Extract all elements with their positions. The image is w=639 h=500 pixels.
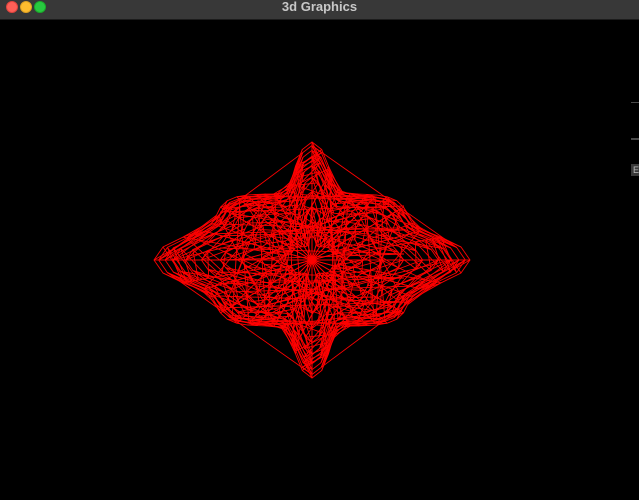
mesh-edge xyxy=(402,275,416,279)
edge-divider xyxy=(631,138,639,140)
window-title: 3d Graphics xyxy=(281,0,358,14)
mesh-edge xyxy=(268,239,272,253)
mesh-edge xyxy=(252,218,255,239)
mesh-edge xyxy=(173,247,199,281)
mesh-edge xyxy=(414,241,417,270)
mesh-edge xyxy=(361,229,366,247)
mesh-edge xyxy=(245,310,253,316)
edge-tab: E xyxy=(631,164,639,176)
mesh-edge xyxy=(369,281,372,302)
background-window-edge: E xyxy=(631,20,639,500)
mesh-edge xyxy=(400,225,406,229)
mesh-edge xyxy=(258,273,263,291)
mesh-edge xyxy=(218,291,224,295)
title-bar[interactable]: 3d Graphics xyxy=(0,0,639,20)
mesh-edge xyxy=(352,267,356,281)
wireframe-mesh xyxy=(153,141,471,379)
mesh-lines xyxy=(153,141,471,379)
edge-divider xyxy=(631,102,639,103)
edge-tab-label: E xyxy=(633,165,639,175)
render-viewport[interactable] xyxy=(0,20,639,500)
app-window: 3d Graphics E xyxy=(0,0,639,500)
mesh-edge xyxy=(208,241,222,245)
